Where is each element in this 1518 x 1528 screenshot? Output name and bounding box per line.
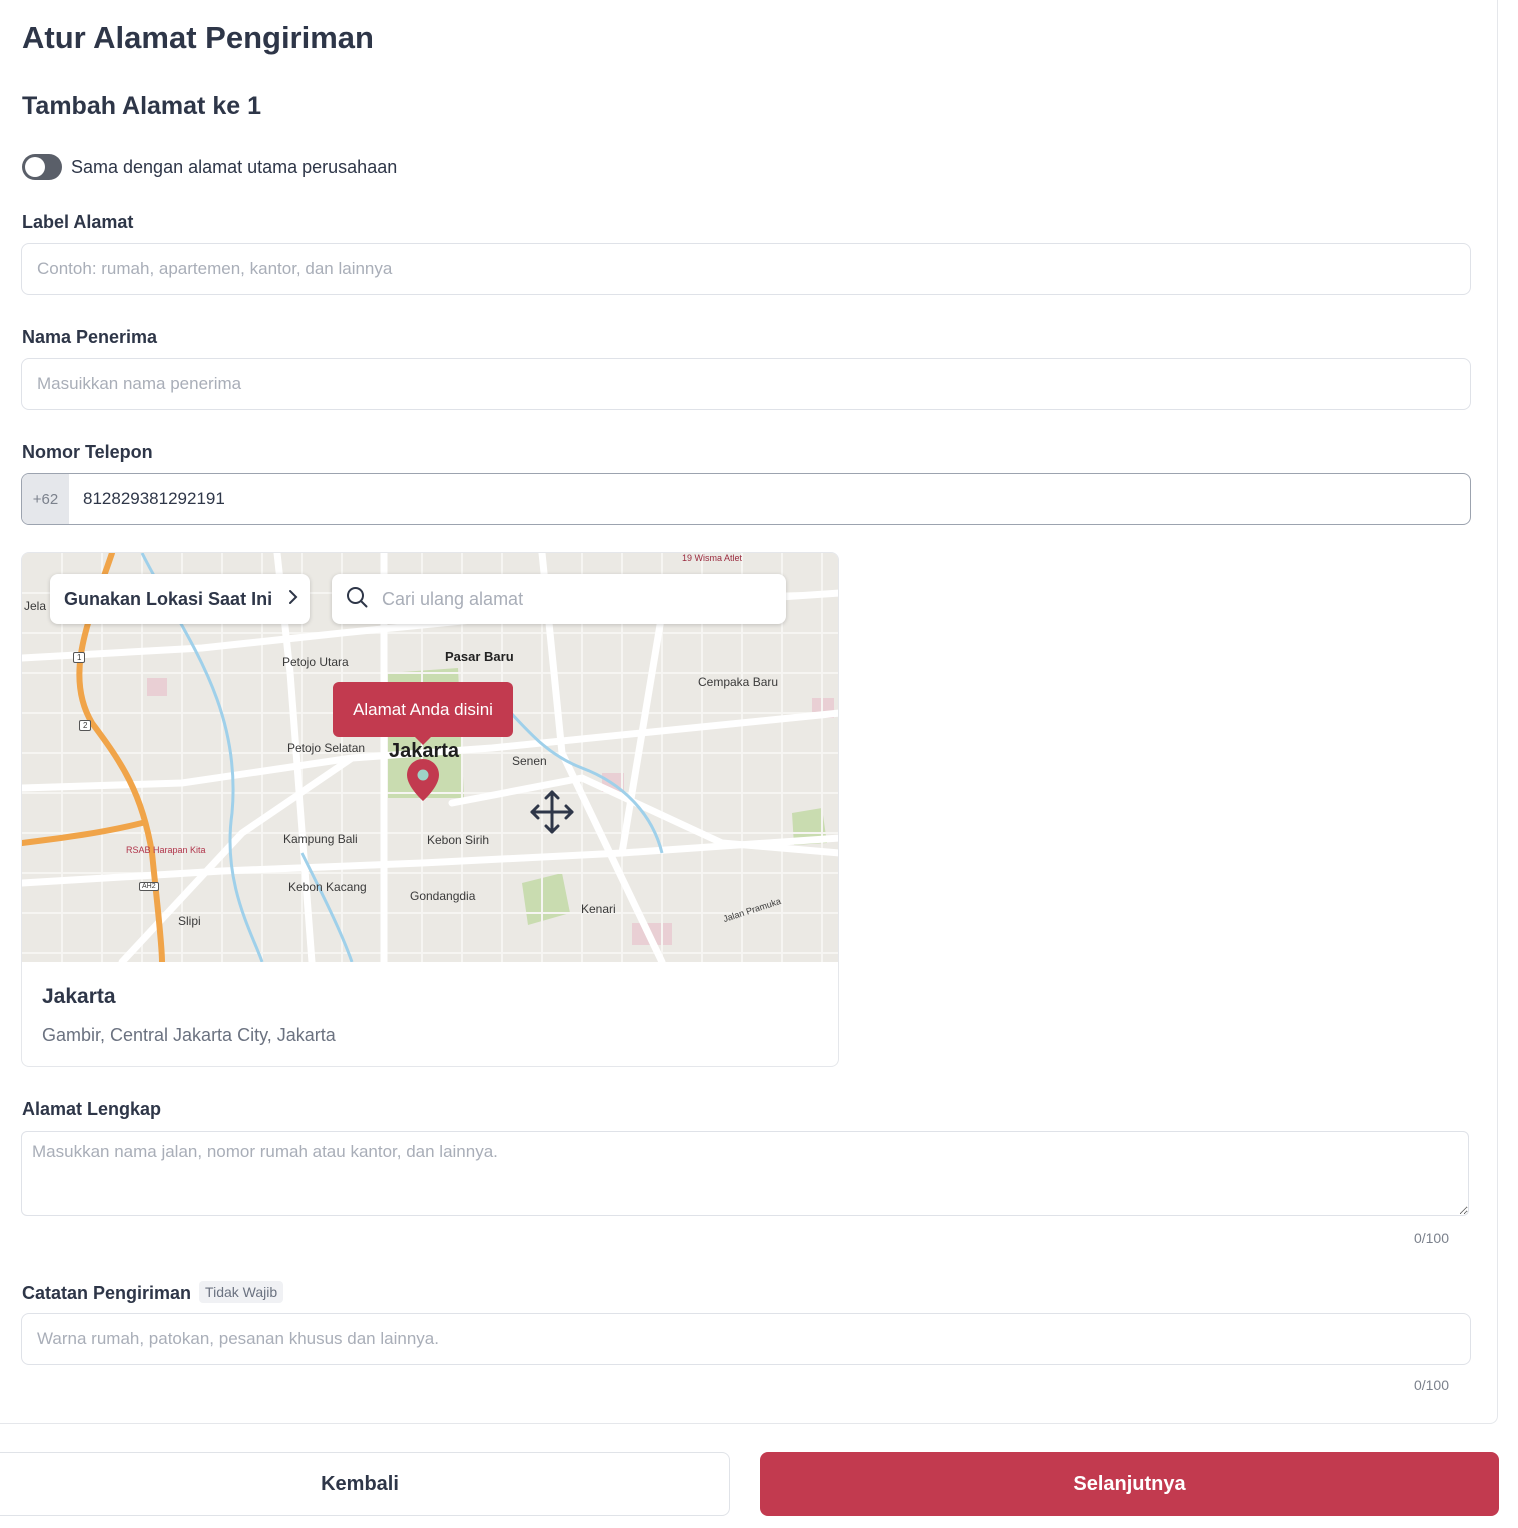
full-address-label: Alamat Lengkap <box>22 1099 162 1119</box>
map-search-box <box>332 574 786 624</box>
page-title: Atur Alamat Pengiriman <box>22 20 374 55</box>
map-label-wisma: 19 Wisma Atlet <box>682 553 743 563</box>
chevron-right-icon <box>288 589 298 610</box>
notes-label-text: Catatan Pengiriman <box>22 1283 192 1303</box>
location-pin-icon[interactable] <box>406 758 440 807</box>
map-label-senen: Senen <box>512 754 547 768</box>
phone-input[interactable] <box>69 474 1470 524</box>
map-label-slipi: Slipi <box>178 914 201 928</box>
notes-label: Catatan Pengiriman Tidak Wajib <box>22 1281 284 1304</box>
map-search-input[interactable] <box>382 588 742 610</box>
move-icon[interactable] <box>529 789 575 840</box>
road-shield-1: 1 <box>73 652 86 663</box>
back-button[interactable]: Kembali <box>0 1452 730 1516</box>
map-label-kebon-kacang: Kebon Kacang <box>288 880 367 894</box>
location-tooltip: Alamat Anda disini <box>333 682 513 745</box>
recipient-name-input[interactable] <box>21 358 1471 410</box>
location-name: Jakarta <box>42 985 116 1008</box>
use-current-location-label: Gunakan Lokasi Saat Ini <box>64 588 273 609</box>
phone-field: +62 <box>21 473 1471 525</box>
same-address-toggle[interactable] <box>22 154 62 180</box>
section-subtitle: Tambah Alamat ke 1 <box>22 92 261 120</box>
map[interactable]: 19 Wisma Atlet Jela Petojo Utara Pasar B… <box>22 553 838 962</box>
map-label-pasar-baru: Pasar Baru <box>445 649 514 664</box>
optional-badge: Tidak Wajib <box>199 1281 284 1303</box>
road-shield-ah2: AH2 <box>139 882 159 891</box>
map-label-kampung-bali: Kampung Bali <box>283 832 358 846</box>
address-label-label: Label Alamat <box>22 212 134 232</box>
search-icon <box>346 586 368 613</box>
notes-counter: 0/100 <box>1413 1377 1449 1393</box>
phone-prefix: +62 <box>22 474 69 524</box>
address-label-input[interactable] <box>21 243 1471 295</box>
map-label-petojo-selatan: Petojo Selatan <box>287 741 366 755</box>
map-label-kenari: Kenari <box>581 902 616 916</box>
use-current-location-button[interactable]: Gunakan Lokasi Saat Ini <box>50 574 310 624</box>
map-label-rsab: RSAB Harapan Kita <box>126 845 206 855</box>
map-label-kebon-sirih: Kebon Sirih <box>427 833 490 847</box>
map-label-gondangdia: Gondangdia <box>410 889 476 903</box>
next-button[interactable]: Selanjutnya <box>760 1452 1499 1516</box>
same-address-label: Sama dengan alamat utama perusahaan <box>71 157 398 177</box>
location-detail: Gambir, Central Jakarta City, Jakarta <box>42 1025 336 1045</box>
road-shield-2: 2 <box>79 720 92 731</box>
phone-label: Nomor Telepon <box>22 442 153 462</box>
map-label-petojo-utara: Petojo Utara <box>282 655 349 669</box>
address-form-panel: Atur Alamat Pengiriman Tambah Alamat ke … <box>0 0 1498 1424</box>
map-label-cempaka-baru: Cempaka Baru <box>698 675 779 689</box>
map-label-jela: Jela <box>24 599 47 613</box>
notes-input[interactable] <box>21 1313 1471 1365</box>
toggle-knob <box>25 157 45 177</box>
full-address-textarea[interactable] <box>21 1131 1469 1216</box>
full-address-counter: 0/100 <box>1413 1230 1449 1246</box>
map-card: 19 Wisma Atlet Jela Petojo Utara Pasar B… <box>21 552 839 1067</box>
recipient-name-label: Nama Penerima <box>22 327 158 347</box>
